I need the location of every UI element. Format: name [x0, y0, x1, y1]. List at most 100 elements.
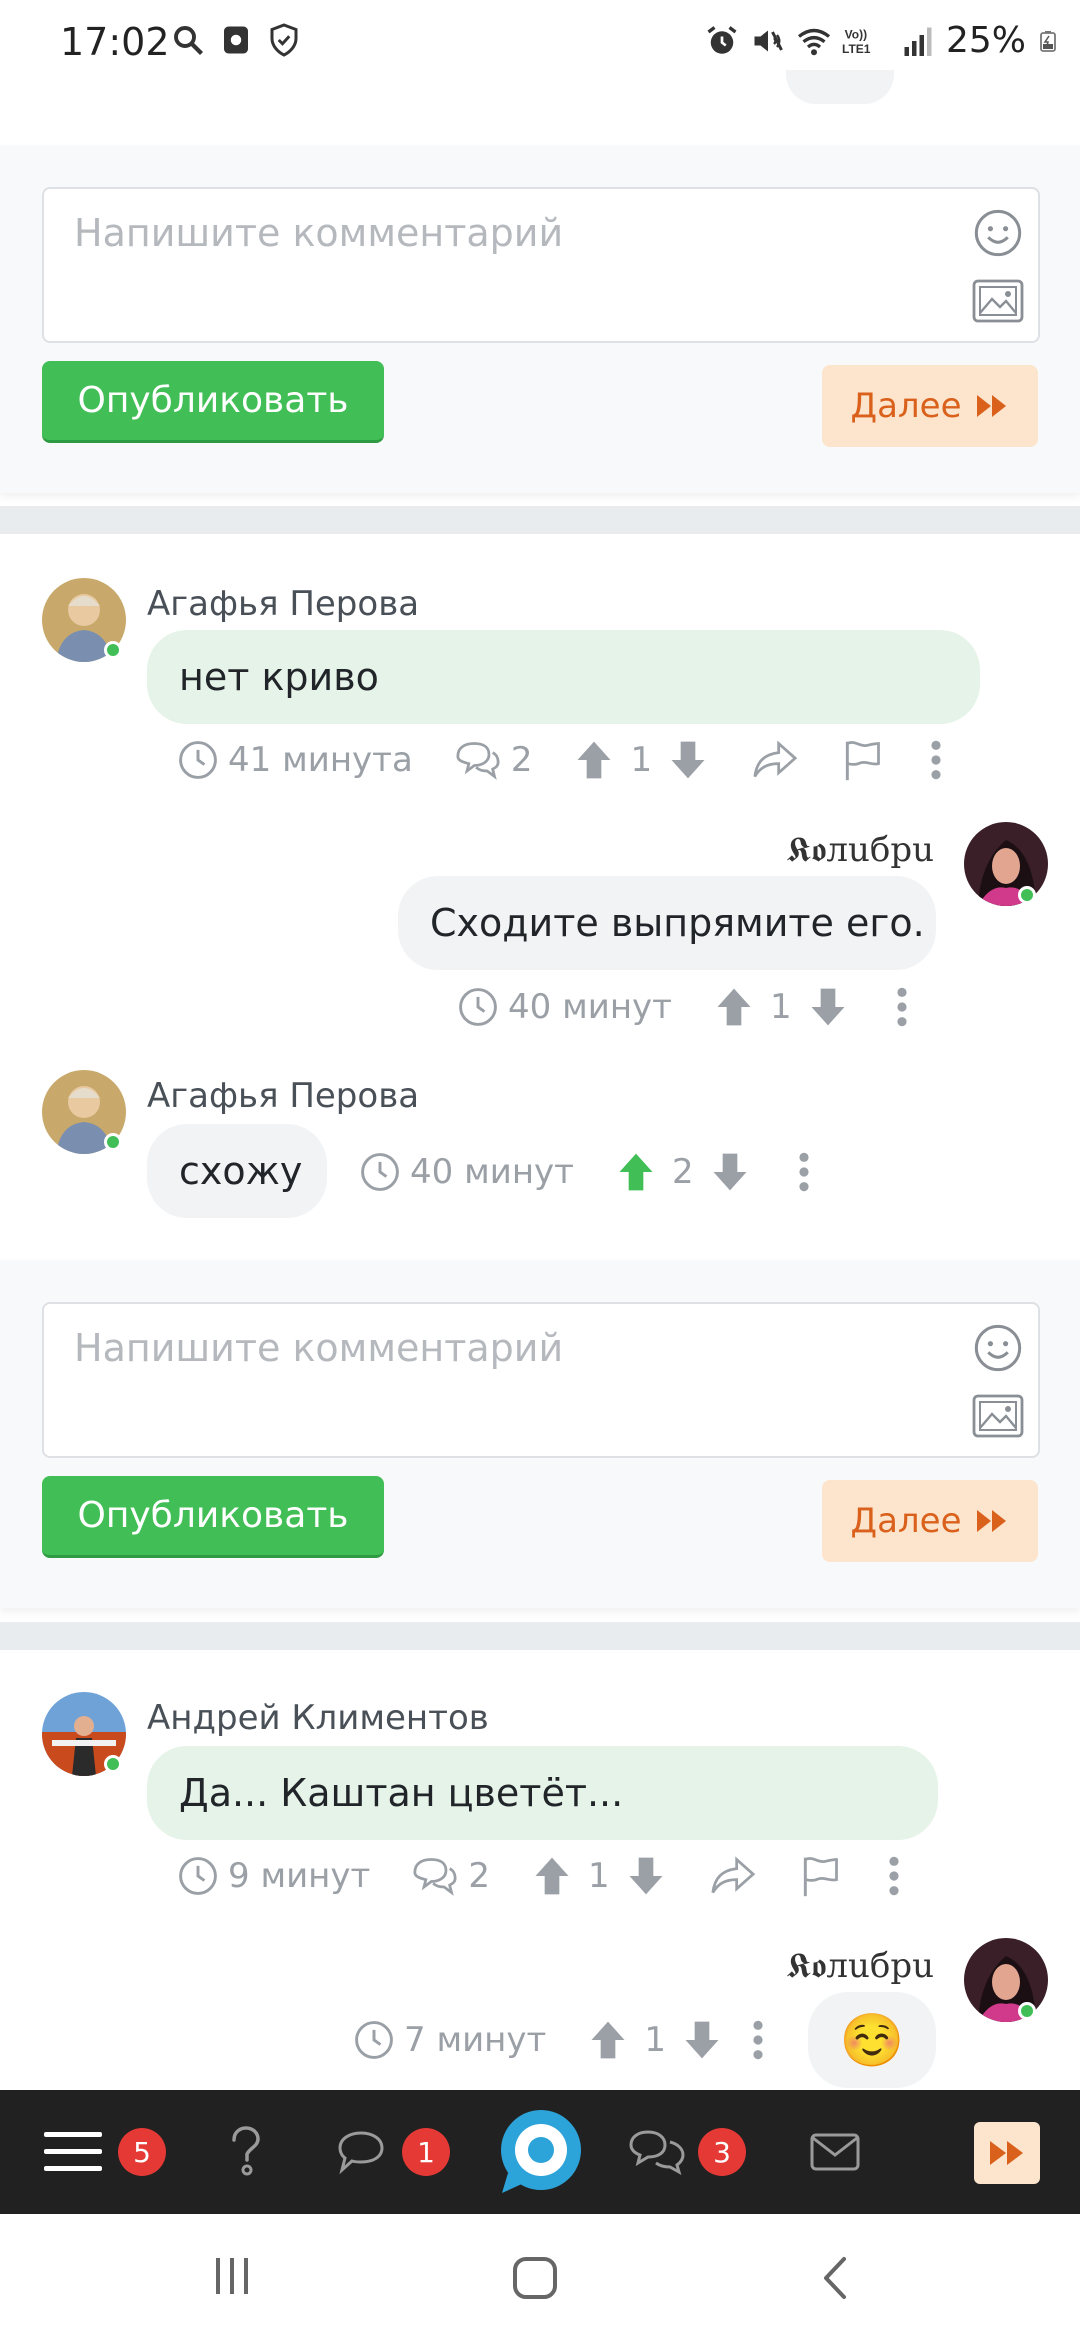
- upvote-icon[interactable]: [530, 1854, 574, 1898]
- comment-author[interactable]: Агафья Перова: [147, 1076, 419, 1116]
- svg-text:LTE1: LTE1: [842, 42, 871, 56]
- battery-icon: [1040, 30, 1056, 52]
- comment-emoji: ☺️: [839, 2010, 905, 2071]
- vote-count: 1: [644, 2020, 666, 2060]
- more-options-icon[interactable]: [890, 985, 914, 1029]
- fast-forward-icon: [977, 395, 1007, 417]
- comment-actions: 40 минут 2: [358, 1150, 816, 1194]
- comment-author[interactable]: 𝕶𝖔лuбpu: [787, 830, 934, 870]
- status-icons-right: Vo)) LTE1 25%: [704, 20, 1060, 61]
- comment-input[interactable]: Напишите комментарий: [42, 187, 1040, 343]
- online-indicator: [104, 641, 122, 659]
- next-button-label: Далее: [850, 386, 962, 426]
- more-options-icon[interactable]: [924, 738, 948, 782]
- comment-text: схожу: [179, 1149, 303, 1193]
- signal-icon: [904, 27, 932, 56]
- back-icon[interactable]: [820, 2256, 850, 2300]
- downvote-icon[interactable]: [666, 738, 710, 782]
- fast-forward-icon: [977, 1510, 1007, 1532]
- upvote-icon[interactable]: [614, 1150, 658, 1194]
- comment-placeholder: Напишите комментарий: [74, 1326, 564, 1370]
- publish-button[interactable]: Опубликовать: [42, 1476, 384, 1558]
- comment-author[interactable]: Андрей Климентов: [147, 1698, 489, 1738]
- next-button[interactable]: Далее: [822, 1480, 1038, 1562]
- comment-actions: 41 минута 2 1: [176, 738, 948, 782]
- next-nav-button[interactable]: [974, 2122, 1040, 2184]
- clock-icon: [361, 1153, 399, 1191]
- comment-placeholder: Напишите комментарий: [74, 211, 564, 255]
- chats-button[interactable]: [628, 2090, 686, 2214]
- emoji-icon[interactable]: [972, 207, 1024, 259]
- share-icon[interactable]: [750, 738, 800, 782]
- messages-badge: 1: [402, 2128, 450, 2176]
- vote-count: 2: [671, 1152, 694, 1192]
- comment-bubble: схожу: [147, 1124, 327, 1218]
- status-time: 17:02: [60, 20, 170, 64]
- comment-actions: 7 минут 1: [352, 2018, 770, 2062]
- multi-chat-icon: [629, 2130, 685, 2175]
- emoji-icon[interactable]: [972, 1322, 1024, 1374]
- more-options-icon[interactable]: [792, 1150, 816, 1194]
- comment-time: 9 минут: [228, 1856, 371, 1896]
- comment-time: 7 минут: [404, 2020, 547, 2060]
- comment-author[interactable]: Агафья Перова: [147, 584, 419, 624]
- app-logo-icon: [501, 2110, 581, 2193]
- bottom-nav: 5 1 3: [0, 2090, 1080, 2214]
- upvote-icon[interactable]: [586, 2018, 630, 2062]
- mail-icon: [810, 2133, 860, 2171]
- replies-count: 2: [468, 1856, 490, 1896]
- more-options-icon[interactable]: [882, 1854, 906, 1898]
- downvote-icon[interactable]: [624, 1854, 668, 1898]
- share-icon[interactable]: [708, 1854, 758, 1898]
- online-indicator: [1018, 886, 1036, 904]
- status-icons-left: [170, 22, 302, 58]
- next-button-label: Далее: [850, 1501, 962, 1541]
- upvote-icon[interactable]: [712, 985, 756, 1029]
- shield-icon: [270, 23, 298, 57]
- svg-text:Vo)): Vo)): [845, 27, 867, 41]
- comment-bubble: Сходите выпрямите его.: [398, 876, 936, 970]
- comment-time: 40 минут: [508, 987, 672, 1027]
- menu-button[interactable]: [44, 2090, 102, 2214]
- comment-text: нет криво: [179, 655, 379, 699]
- recent-apps-icon[interactable]: [212, 2256, 252, 2296]
- comment-input[interactable]: Напишите комментарий: [42, 1302, 1040, 1458]
- mail-button[interactable]: [810, 2090, 860, 2214]
- replies-icon[interactable]: [410, 1854, 460, 1898]
- more-options-icon[interactable]: [746, 2018, 770, 2062]
- section-divider: [0, 1622, 1080, 1650]
- online-indicator: [1018, 2002, 1036, 2020]
- downvote-icon[interactable]: [708, 1150, 752, 1194]
- image-attach-icon[interactable]: [972, 1394, 1024, 1438]
- home-icon[interactable]: [512, 2256, 558, 2300]
- question-icon: [232, 2126, 260, 2176]
- comment-text: Да... Каштан цветёт...: [179, 1771, 624, 1815]
- volte-icon: Vo))LTE1: [842, 27, 871, 56]
- mute-icon: [754, 30, 783, 51]
- downvote-icon[interactable]: [806, 985, 850, 1029]
- online-indicator: [104, 1755, 122, 1773]
- clock-icon: [459, 988, 497, 1026]
- search-icon: [174, 26, 203, 55]
- flag-icon[interactable]: [798, 1854, 842, 1898]
- screen-record-icon: [224, 26, 248, 54]
- replies-count: 2: [510, 740, 533, 780]
- clock-icon: [179, 741, 217, 779]
- comment-author[interactable]: 𝕶𝖔лuбpu: [787, 1946, 934, 1986]
- downvote-icon[interactable]: [680, 2018, 724, 2062]
- replies-icon[interactable]: [453, 738, 503, 782]
- next-button[interactable]: Далее: [822, 365, 1038, 447]
- clock-icon: [355, 2021, 393, 2059]
- battery-percent: 25%: [945, 20, 1026, 61]
- help-button[interactable]: [226, 2090, 266, 2214]
- image-attach-icon[interactable]: [972, 279, 1024, 323]
- section-divider: [0, 506, 1080, 534]
- flag-icon[interactable]: [840, 738, 884, 782]
- comment-bubble: нет криво: [147, 630, 980, 724]
- home-logo-button[interactable]: [498, 2090, 584, 2214]
- upvote-icon[interactable]: [572, 738, 616, 782]
- comment-actions: 40 минут 1: [456, 985, 914, 1029]
- messages-button[interactable]: [336, 2090, 386, 2214]
- menu-badge: 5: [118, 2128, 166, 2176]
- publish-button[interactable]: Опубликовать: [42, 361, 384, 443]
